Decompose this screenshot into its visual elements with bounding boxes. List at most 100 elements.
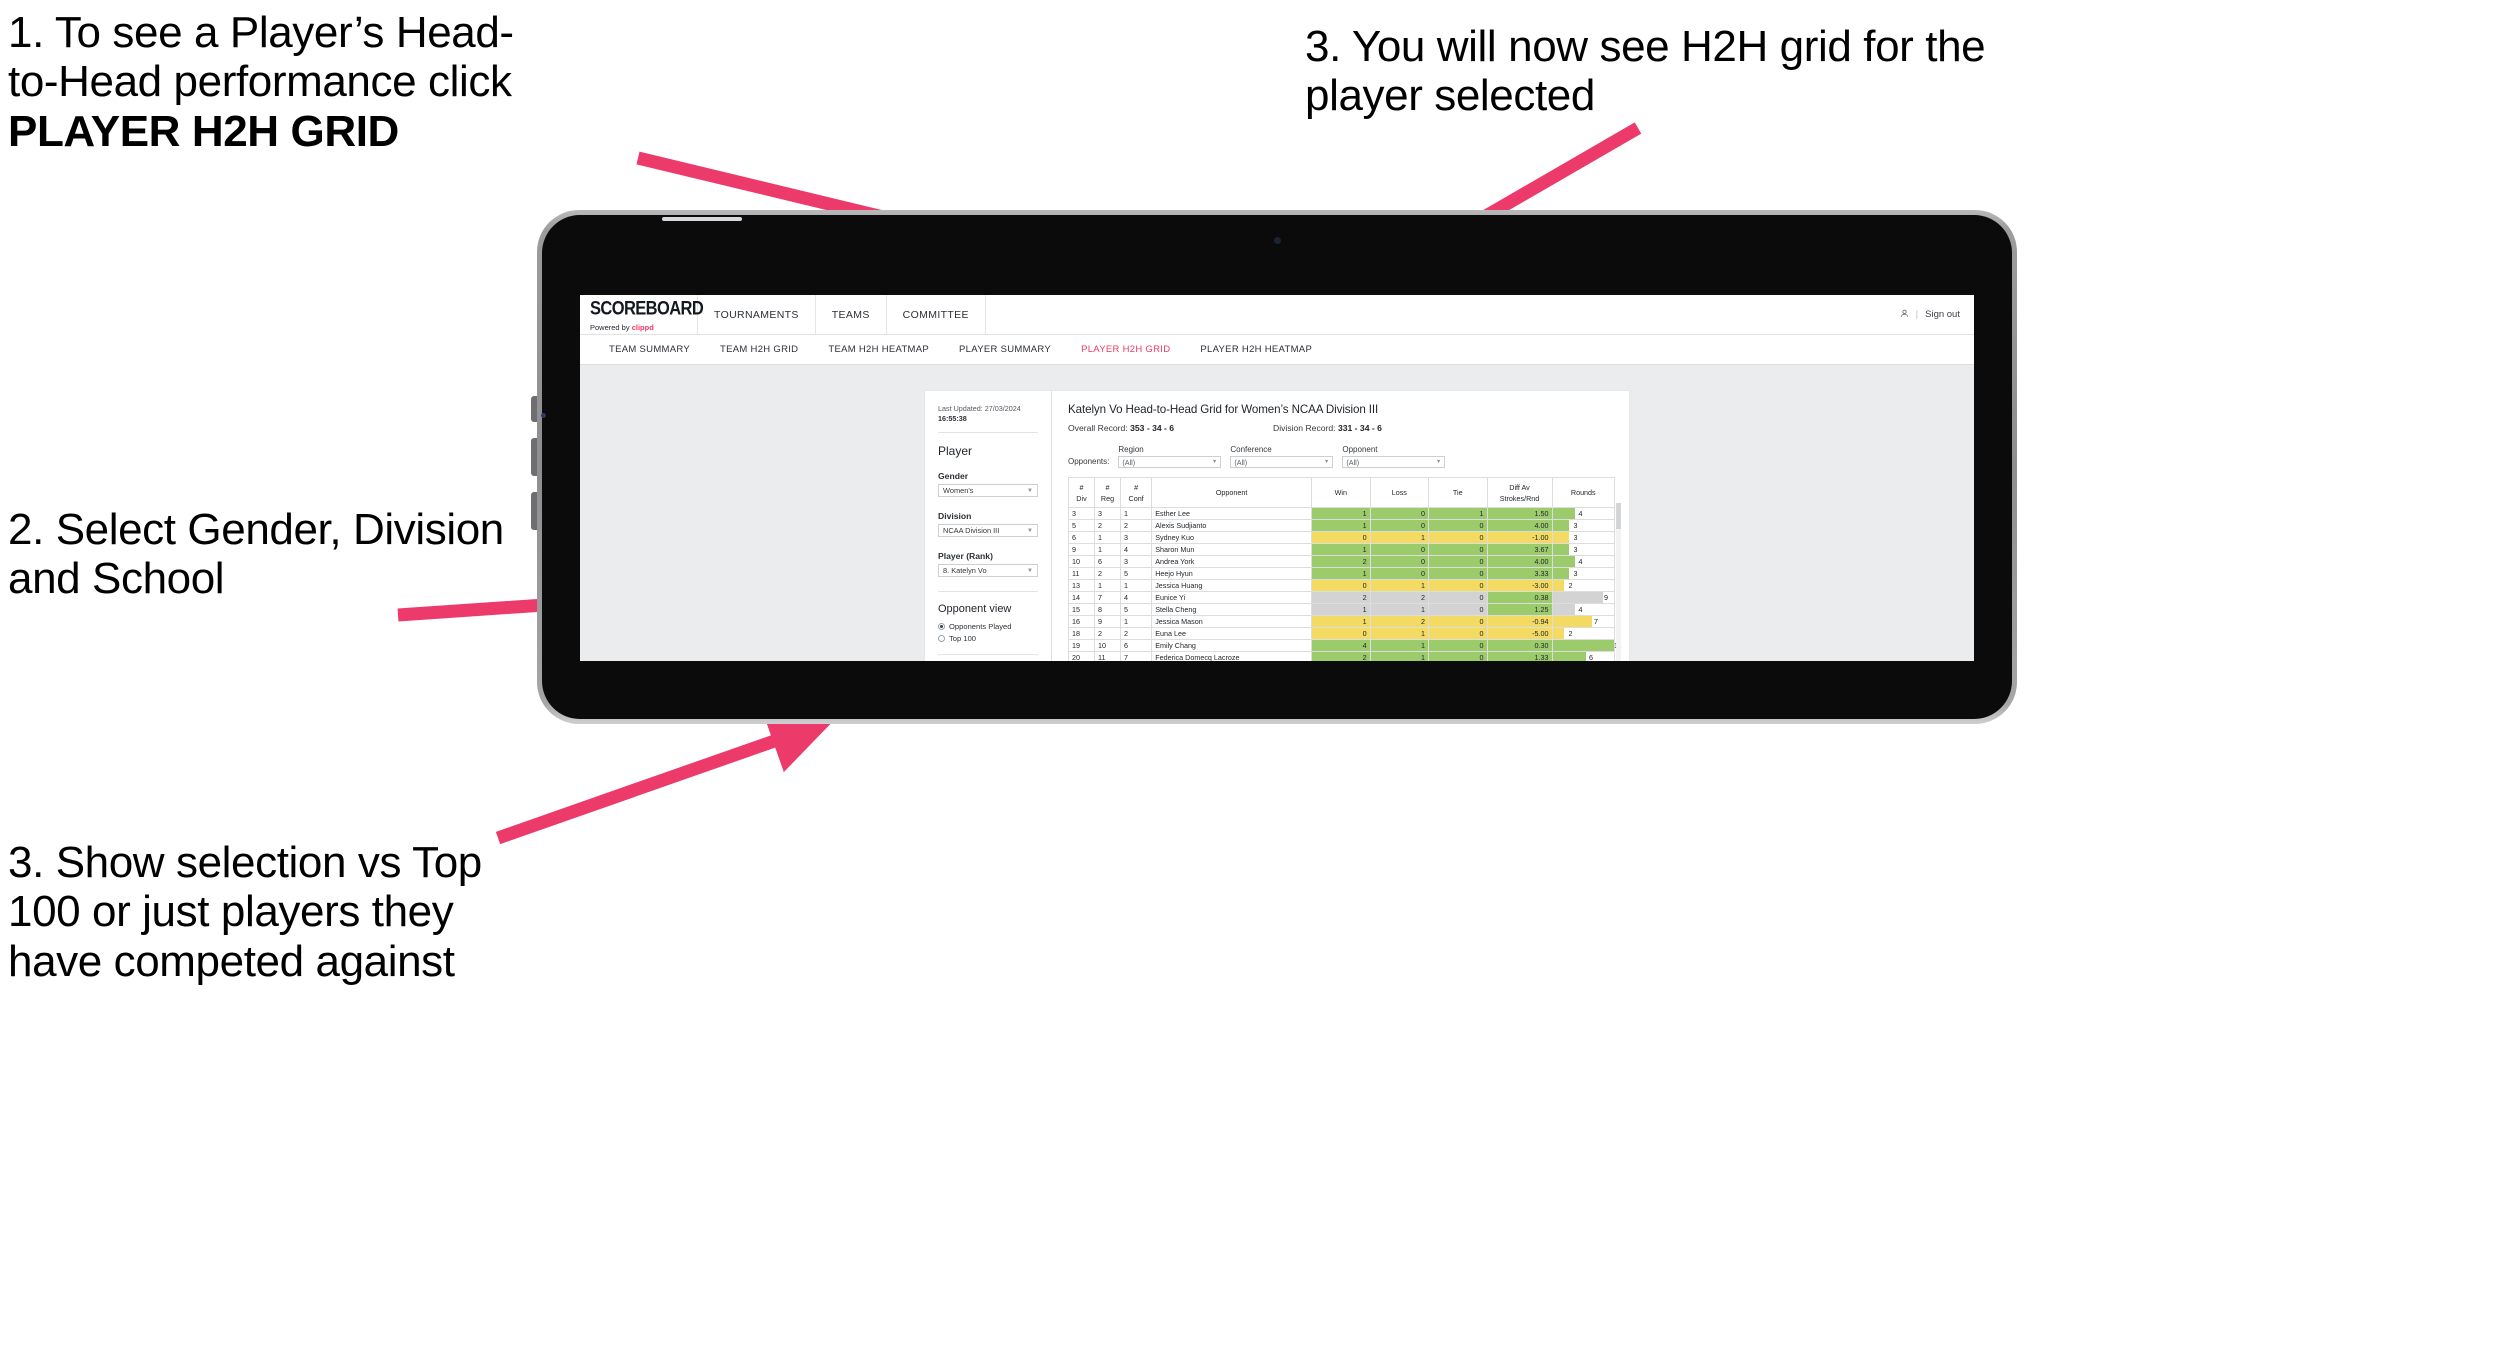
table-row[interactable]: 14 7 4 Eunice Yi 2 2 0 0.38 9 bbox=[1068, 591, 1616, 604]
nav-item-committee[interactable]: COMMITTEE bbox=[887, 295, 986, 334]
cell-opponent: Heejo Hyun bbox=[1151, 567, 1313, 580]
panel-heading-opponent-view: Opponent view bbox=[938, 603, 1012, 616]
table-row[interactable]: 15 8 5 Stella Cheng 1 1 0 1.25 4 bbox=[1068, 603, 1616, 616]
cell-diff: 1.33 bbox=[1486, 651, 1553, 661]
cell-div: 5 bbox=[1068, 519, 1095, 532]
radio-top-100[interactable]: Top 100 bbox=[938, 634, 1038, 643]
cell-tie: 0 bbox=[1428, 639, 1488, 652]
cell-conf: 1 bbox=[1119, 615, 1153, 628]
sign-out-link[interactable]: Sign out bbox=[1925, 309, 1960, 320]
filter-panel: Last Updated: 27/03/2024 16:55:38 Player… bbox=[925, 391, 1052, 661]
cell-rounds: 2 bbox=[1551, 627, 1616, 640]
dropdown-gender[interactable]: Women's ▼ bbox=[938, 484, 1038, 498]
cell-win: 0 bbox=[1311, 531, 1371, 544]
cell-loss: 0 bbox=[1369, 507, 1430, 520]
person-icon[interactable] bbox=[1900, 309, 1909, 321]
table-row[interactable]: 10 6 3 Andrea York 2 0 0 4.00 4 bbox=[1068, 555, 1616, 568]
panel-divider-1 bbox=[938, 432, 1038, 434]
cell-diff: -0.94 bbox=[1486, 615, 1553, 628]
cell-opponent: Jessica Huang bbox=[1151, 579, 1313, 592]
opponents-label: Opponents: bbox=[1068, 457, 1110, 466]
page-title: Katelyn Vo Head-to-Head Grid for Women’s… bbox=[1068, 403, 1379, 416]
front-camera-icon bbox=[1274, 237, 1281, 244]
tab-player-h2h-grid[interactable]: PLAYER H2H GRID bbox=[1066, 344, 1185, 355]
chevron-down-icon: ▼ bbox=[1027, 487, 1033, 494]
filter-conference-value: (All) bbox=[1234, 457, 1248, 467]
cell-reg: 8 bbox=[1094, 603, 1121, 616]
radio-selected-icon bbox=[938, 623, 945, 631]
filter-conference-select[interactable]: (All) ▼ bbox=[1230, 456, 1334, 468]
cell-conf: 5 bbox=[1119, 567, 1153, 580]
cell-diff: 0.30 bbox=[1486, 639, 1553, 652]
cell-reg: 1 bbox=[1094, 531, 1121, 544]
chevron-down-icon: ▼ bbox=[1027, 567, 1033, 574]
table-row[interactable]: 20 11 7 Federica Domecq Lacroze 2 1 0 1.33 6 bbox=[1068, 651, 1616, 661]
cell-loss: 1 bbox=[1369, 639, 1430, 652]
dropdown-player[interactable]: 8. Katelyn Vo ▼ bbox=[938, 564, 1038, 578]
cell-conf: 2 bbox=[1119, 627, 1153, 640]
chevron-down-icon: ▼ bbox=[1211, 459, 1218, 465]
cell-reg: 1 bbox=[1094, 543, 1121, 556]
volume-up-button[interactable] bbox=[531, 438, 537, 476]
cell-diff: 4.00 bbox=[1486, 555, 1553, 568]
table-row[interactable]: 19106Emily Chang4100.3011 bbox=[1068, 639, 1621, 652]
table-row[interactable]: 9 1 4 Sharon Mun 1 0 0 3.67 3 bbox=[1068, 543, 1616, 556]
cell-rounds: 4 bbox=[1551, 555, 1616, 568]
tab-team-h2h-heatmap[interactable]: TEAM H2H HEATMAP bbox=[813, 344, 944, 355]
cell-div: 18 bbox=[1068, 627, 1095, 640]
screenshot-root: 1. To see a Player’s Head-to-Head perfor… bbox=[0, 0, 2512, 1352]
annotation-1-strong: PLAYER H2H GRID bbox=[8, 106, 399, 156]
table-row[interactable]: 13 1 1 Jessica Huang 0 1 0 -3.00 2 bbox=[1068, 579, 1616, 592]
volume-down-button[interactable] bbox=[531, 492, 537, 530]
power-button[interactable] bbox=[531, 396, 537, 422]
table-row[interactable]: 5 2 2 Alexis Sudjianto 1 0 0 4.00 3 bbox=[1068, 519, 1616, 532]
cell-loss: 0 bbox=[1369, 567, 1430, 580]
filter-region-select[interactable]: (All) ▼ bbox=[1118, 456, 1222, 468]
cell-div: 3 bbox=[1068, 507, 1095, 520]
table-scrollbar-thumb[interactable] bbox=[1616, 503, 1621, 529]
nav-item-teams[interactable]: TEAMS bbox=[816, 295, 887, 334]
label-gender: Gender bbox=[938, 471, 969, 482]
cell-win: 1 bbox=[1311, 543, 1371, 556]
filter-opponent-select[interactable]: (All) ▼ bbox=[1342, 456, 1446, 468]
h2h-table: # Div # Reg # Conf Opponent Win Loss Tie… bbox=[1068, 477, 1621, 661]
label-division: Division bbox=[938, 511, 972, 522]
tablet-screen: SCOREBOARD Powered by clippd TOURNAMENTS… bbox=[580, 295, 1974, 661]
dropdown-division[interactable]: NCAA Division III ▼ bbox=[938, 524, 1038, 538]
cell-win: 2 bbox=[1311, 651, 1371, 661]
table-row[interactable]: 11 2 5 Heejo Hyun 1 0 0 3.33 3 bbox=[1068, 567, 1616, 580]
annotation-step-3: 3. Show selection vs Top 100 or just pla… bbox=[8, 838, 494, 986]
cell-div: 9 bbox=[1068, 543, 1095, 556]
cell-win: 1 bbox=[1311, 519, 1371, 532]
arrow-to-opponent-view bbox=[495, 720, 830, 845]
cell-reg: 10 bbox=[1094, 639, 1121, 652]
cell-opponent: Emily Chang bbox=[1151, 639, 1313, 652]
cell-loss: 2 bbox=[1369, 591, 1430, 604]
radio-top-100-label: Top 100 bbox=[949, 634, 977, 644]
col-reg: # Reg bbox=[1094, 477, 1121, 508]
table-row[interactable]: 16 9 1 Jessica Mason 1 2 0 -0.94 7 bbox=[1068, 615, 1616, 628]
overall-record-label: Overall Record: bbox=[1068, 423, 1131, 433]
radio-opponents-played[interactable]: Opponents Played bbox=[938, 622, 1038, 631]
cell-opponent: Sharon Mun bbox=[1151, 543, 1313, 556]
filter-region-label: Region bbox=[1118, 445, 1144, 454]
cell-div: 11 bbox=[1068, 567, 1095, 580]
table-row[interactable]: 3 3 1 Esther Lee 1 0 1 1.50 4 bbox=[1068, 507, 1616, 520]
filter-opponent-value: (All) bbox=[1346, 457, 1360, 467]
tab-team-summary[interactable]: TEAM SUMMARY bbox=[594, 344, 705, 355]
col-diff: Diff Av Strokes/Rnd bbox=[1486, 477, 1553, 508]
tab-player-h2h-heatmap[interactable]: PLAYER H2H HEATMAP bbox=[1185, 344, 1327, 355]
cell-reg: 1 bbox=[1094, 579, 1121, 592]
filter-opponent-label: Opponent bbox=[1342, 445, 1378, 454]
cell-conf: 1 bbox=[1119, 579, 1153, 592]
cell-win: 0 bbox=[1311, 579, 1371, 592]
cell-opponent: Sydney Kuo bbox=[1151, 531, 1313, 544]
tab-player-summary[interactable]: PLAYER SUMMARY bbox=[944, 344, 1066, 355]
tab-team-h2h-grid[interactable]: TEAM H2H GRID bbox=[705, 344, 813, 355]
table-row[interactable]: 6 1 3 Sydney Kuo 0 1 0 -1.00 3 bbox=[1068, 531, 1616, 544]
label-player-rank: Player (Rank) bbox=[938, 551, 993, 562]
table-row[interactable]: 18 2 2 Euna Lee 0 1 0 -5.00 2 bbox=[1068, 627, 1616, 640]
brand-logo[interactable]: SCOREBOARD Powered by clippd bbox=[580, 295, 704, 334]
nav-item-tournaments[interactable]: TOURNAMENTS bbox=[698, 295, 816, 334]
cell-tie: 0 bbox=[1428, 591, 1488, 604]
